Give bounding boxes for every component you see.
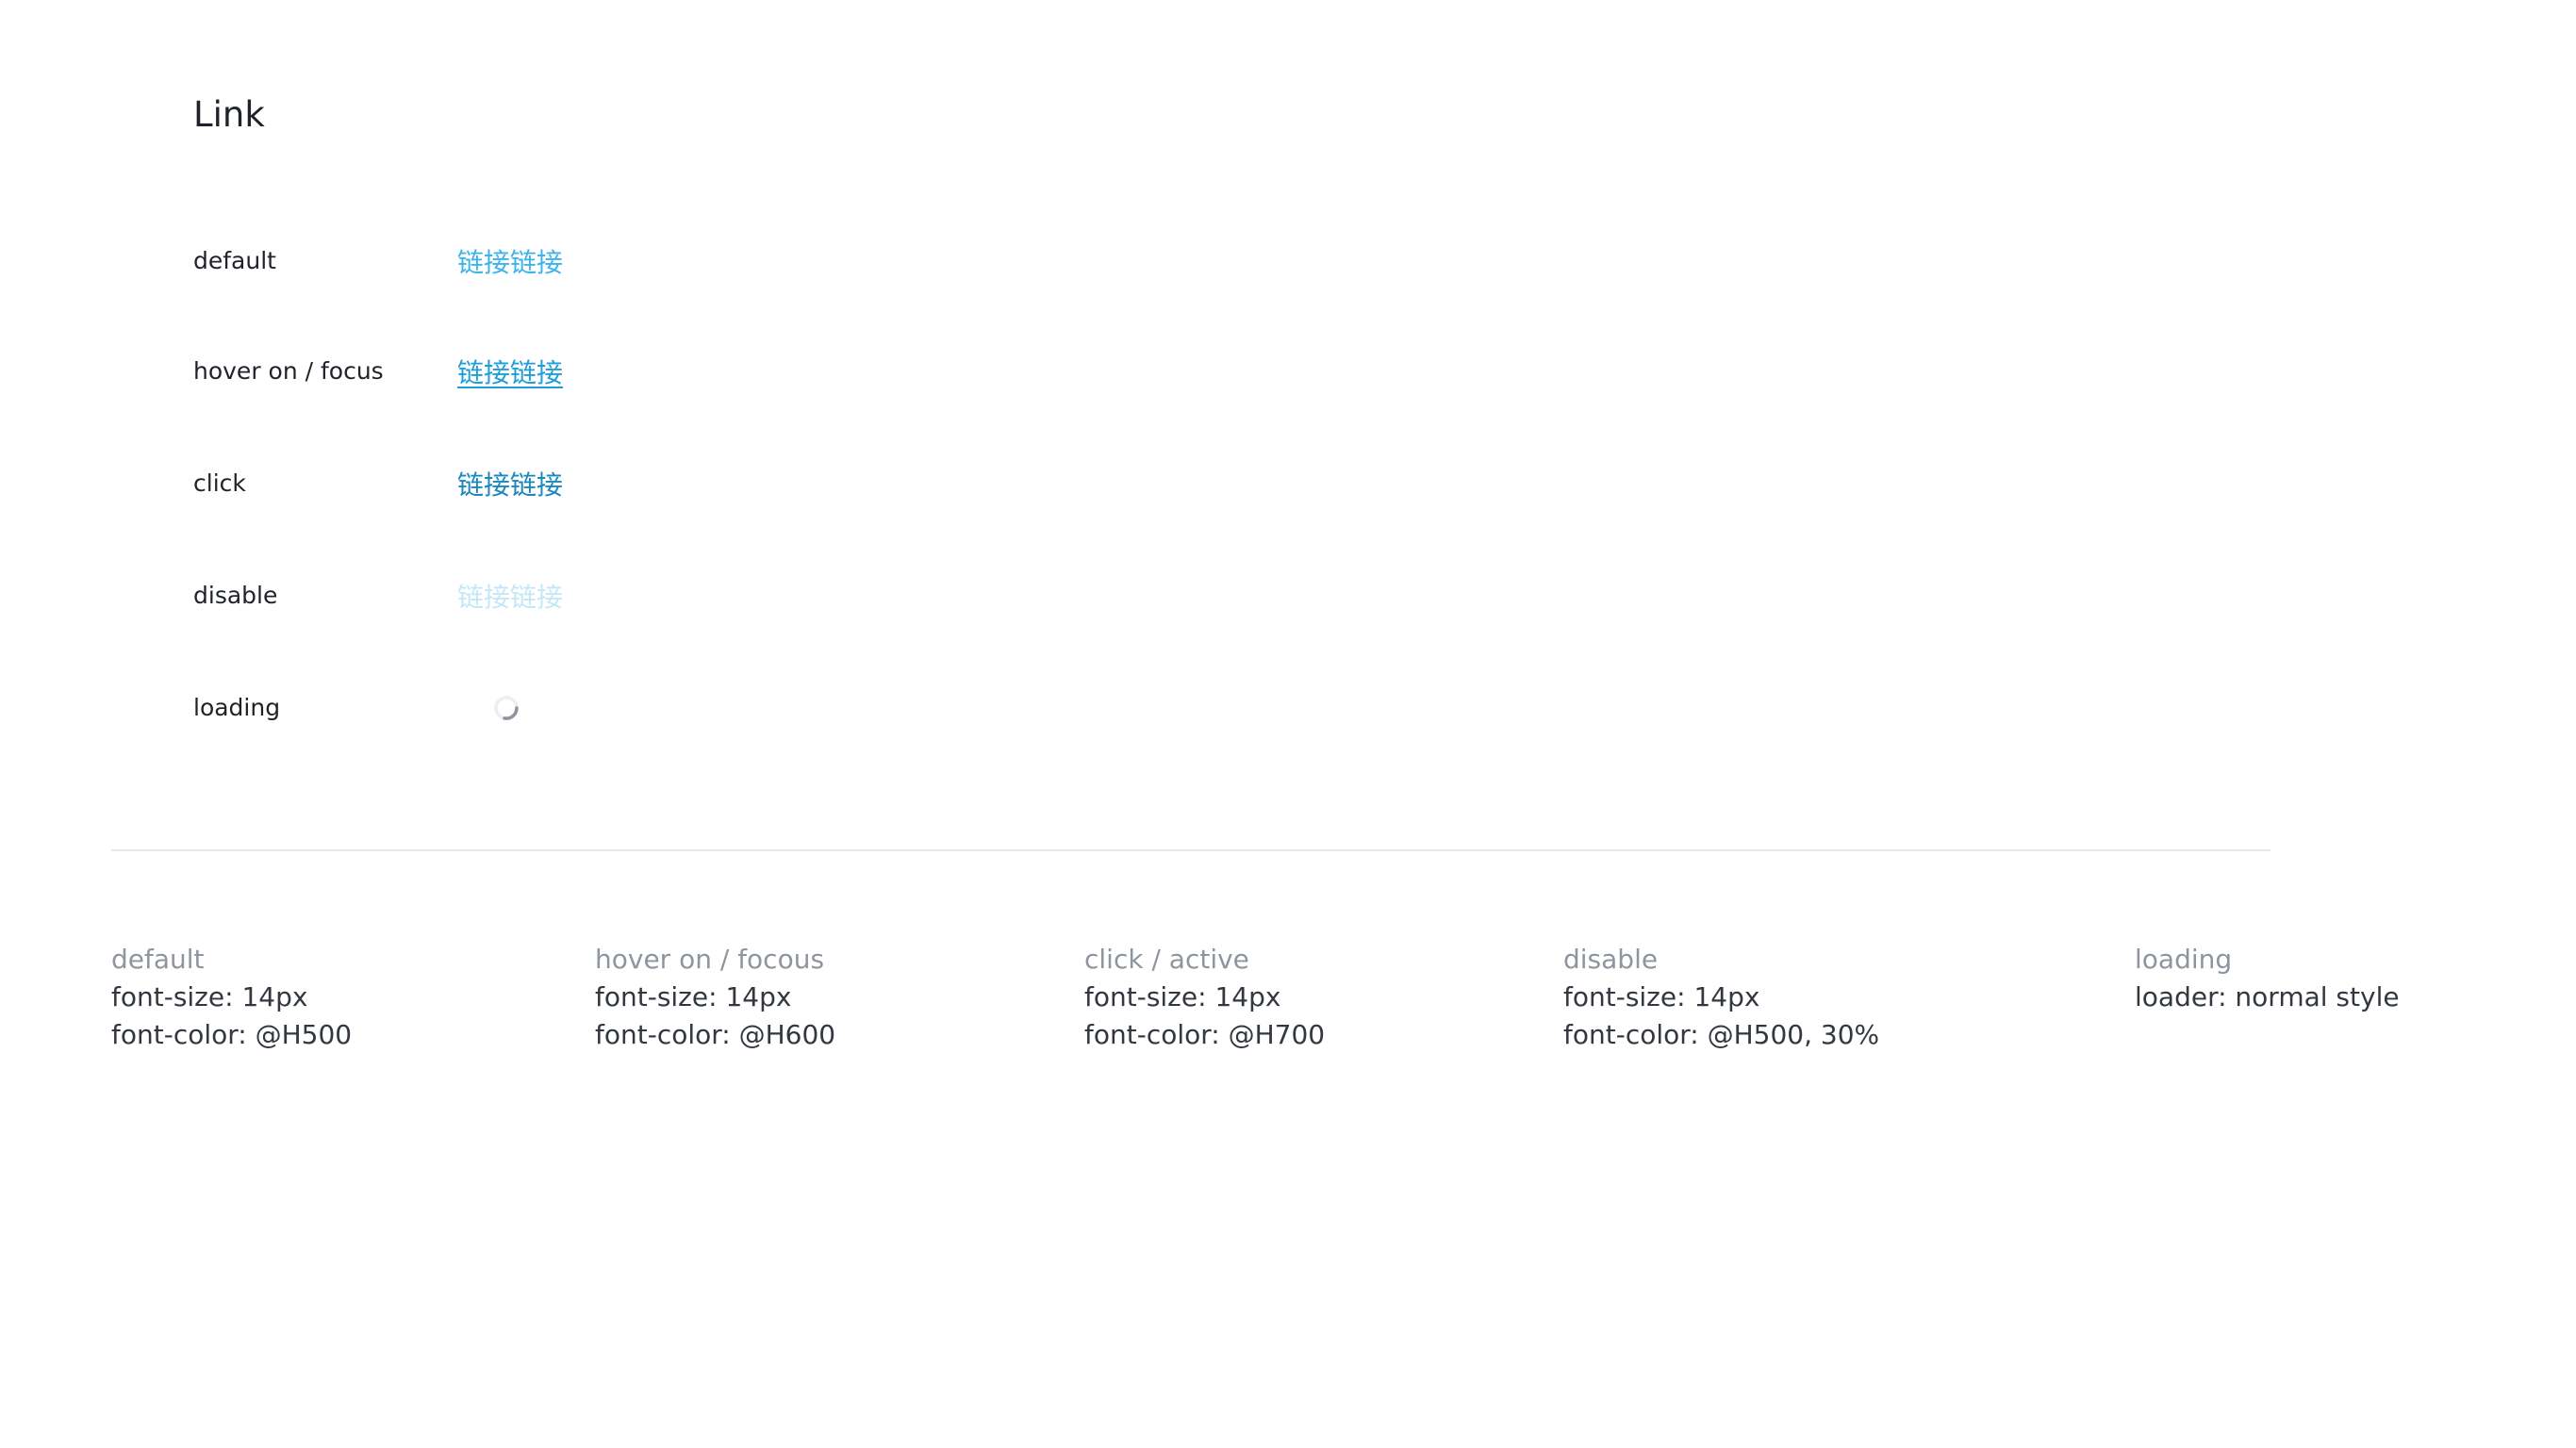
state-label-click: click: [193, 469, 246, 497]
spec-column-default: default font-size: 14px font-color: @H50…: [111, 941, 352, 1054]
spec-title: hover on / focous: [595, 944, 825, 975]
spec-line: font-color: @H500: [111, 1019, 353, 1050]
link-default[interactable]: 链接链接: [457, 242, 563, 284]
spec-line: font-color: @H700: [1084, 1019, 1326, 1050]
spec-column-disable: disable font-size: 14px font-color: @H50…: [1563, 941, 1879, 1054]
spec-line: font-size: 14px: [595, 981, 792, 1012]
spec-line: font-size: 14px: [1563, 981, 1760, 1012]
spec-title: default: [111, 944, 205, 975]
state-row-hover: hover on / focus 链接链接: [193, 353, 948, 409]
spec-title: click / active: [1084, 944, 1249, 975]
spec-line: font-size: 14px: [111, 981, 308, 1012]
spec-title: disable: [1563, 944, 1659, 975]
state-label-disable: disable: [193, 582, 278, 609]
section-divider: [111, 849, 2271, 851]
spec-line: font-color: @H600: [595, 1019, 836, 1050]
spec-column-loading: loading loader: normal style: [2135, 941, 2400, 1016]
spec-line: loader: normal style: [2135, 981, 2400, 1012]
state-row-click: click 链接链接: [193, 465, 948, 521]
spec-title: loading: [2135, 944, 2233, 975]
spec-line: font-size: 14px: [1084, 981, 1281, 1012]
spec-line: font-color: @H500, 30%: [1563, 1019, 1880, 1050]
state-row-loading: loading: [193, 689, 948, 746]
state-label-hover: hover on / focus: [193, 357, 384, 385]
state-row-default: default 链接链接: [193, 242, 948, 299]
link-active[interactable]: 链接链接: [457, 465, 563, 506]
spec-column-active: click / active font-size: 14px font-colo…: [1084, 941, 1325, 1054]
state-row-disable: disable 链接链接: [193, 577, 948, 634]
state-label-loading: loading: [193, 694, 281, 721]
loading-spinner-icon: [494, 696, 519, 720]
link-disabled: 链接链接: [457, 582, 564, 613]
state-label-default: default: [193, 247, 276, 274]
spec-column-hover: hover on / focous font-size: 14px font-c…: [595, 941, 835, 1054]
link-hover[interactable]: 链接链接: [457, 353, 563, 394]
page-title: Link: [193, 94, 265, 135]
